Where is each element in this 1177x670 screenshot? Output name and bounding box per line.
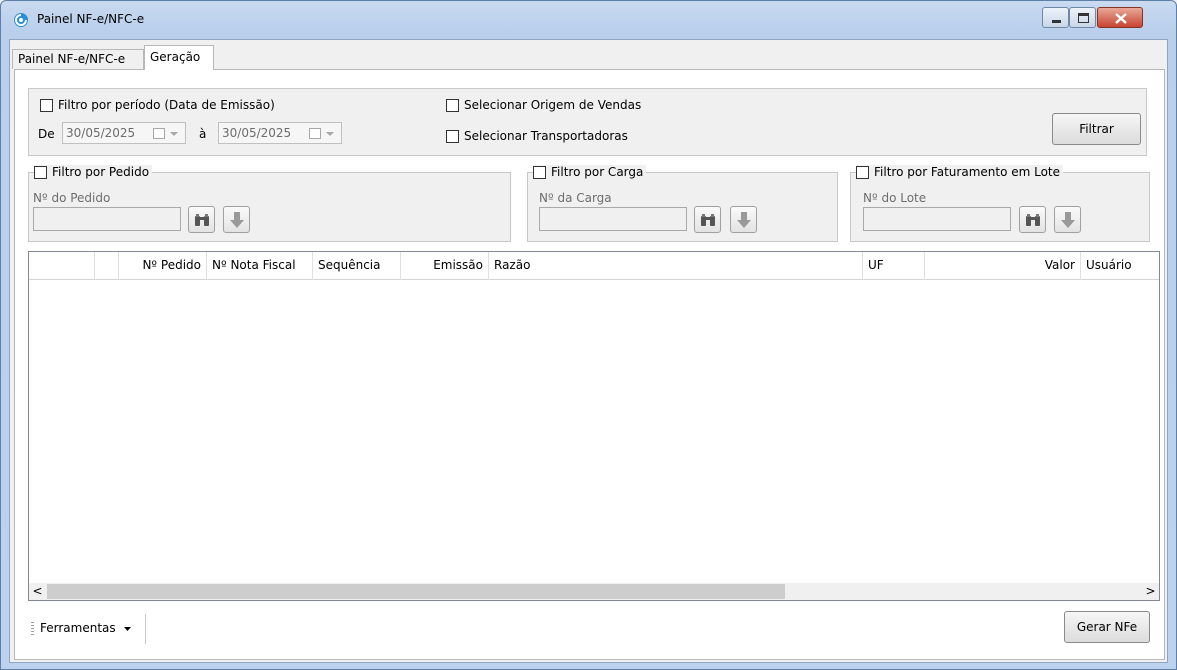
column-header-razao[interactable]: Razão	[489, 252, 863, 280]
caret-down-icon	[124, 627, 132, 631]
load-filter-checkbox[interactable]: Filtro por Carga	[533, 165, 647, 179]
a-label: à	[199, 127, 207, 141]
toolbar-grip[interactable]	[31, 622, 34, 636]
origin-label: Selecionar Origem de Vendas	[464, 98, 642, 112]
period-filter-panel: Filtro por período (Data de Emissão) De …	[28, 88, 1147, 156]
start-date-picker[interactable]: 30/05/2025	[62, 122, 186, 144]
checkbox-box[interactable]	[40, 98, 53, 112]
order-number-label: Nº do Pedido	[33, 191, 111, 205]
batch-number-input[interactable]	[863, 207, 1011, 231]
tab-painel[interactable]: Painel NF-e/NFC-e	[12, 49, 144, 69]
batch-number-label: Nº do Lote	[863, 191, 927, 205]
grid-header: Nº Pedido Nº Nota Fiscal Sequência Emiss…	[29, 252, 1159, 280]
minimize-button[interactable]	[1042, 7, 1069, 28]
scroll-left-button[interactable]: <	[29, 583, 46, 600]
load-load-button[interactable]	[730, 206, 757, 233]
end-date-value: 30/05/2025	[222, 126, 292, 140]
order-filter-group: Filtro por Pedido Nº do Pedido	[28, 165, 511, 242]
batch-filter-checkbox[interactable]: Filtro por Faturamento em Lote	[856, 165, 1064, 179]
close-button[interactable]	[1097, 7, 1143, 28]
load-number-label: Nº da Carga	[539, 191, 612, 205]
binoculars-icon	[195, 214, 209, 226]
tools-menu[interactable]: Ferramentas	[40, 621, 132, 635]
minimize-icon	[1052, 20, 1061, 23]
load-filter-group: Filtro por Carga Nº da Carga	[527, 165, 838, 242]
arrow-down-icon	[737, 212, 751, 228]
period-filter-label: Filtro por período (Data de Emissão)	[58, 98, 275, 112]
toolbar: Ferramentas	[28, 614, 146, 644]
horizontal-scrollbar[interactable]: < >	[29, 583, 1159, 600]
start-date-value: 30/05/2025	[66, 126, 136, 140]
application-window: Painel NF-e/NFC-e Painel NF-e/NFC-e Gera…	[0, 0, 1177, 670]
period-filter-checkbox[interactable]: Filtro por período (Data de Emissão)	[40, 98, 275, 112]
arrow-down-icon	[1061, 212, 1075, 228]
order-filter-checkbox[interactable]: Filtro por Pedido	[34, 165, 153, 179]
invoice-grid[interactable]: Nº Pedido Nº Nota Fiscal Sequência Emiss…	[28, 251, 1160, 601]
generate-nfe-button[interactable]: Gerar NFe	[1064, 611, 1150, 643]
end-date-picker[interactable]: 30/05/2025	[218, 122, 342, 144]
checkbox-box[interactable]	[856, 165, 869, 179]
de-label: De	[38, 127, 55, 141]
column-header-valor[interactable]: Valor	[925, 252, 1081, 280]
origin-checkbox[interactable]: Selecionar Origem de Vendas	[446, 98, 641, 112]
checkbox-box[interactable]	[34, 165, 47, 179]
window-title: Painel NF-e/NFC-e	[37, 12, 145, 26]
app-logo-icon	[13, 12, 29, 28]
tab-panel-geracao: Filtro por período (Data de Emissão) De …	[14, 69, 1165, 660]
search-batch-button[interactable]	[1019, 206, 1046, 233]
checkbox-box[interactable]	[446, 129, 459, 143]
maximize-icon	[1078, 13, 1089, 23]
search-load-button[interactable]	[694, 206, 721, 233]
column-header-usuario[interactable]: Usuário	[1081, 252, 1159, 280]
load-batch-button[interactable]	[1054, 206, 1081, 233]
load-order-button[interactable]	[223, 206, 250, 233]
column-header-pedido[interactable]: Nº Pedido	[119, 252, 207, 280]
column-header-uf[interactable]: UF	[863, 252, 925, 280]
order-number-input[interactable]	[33, 207, 181, 231]
column-header-nota-fiscal[interactable]: Nº Nota Fiscal	[207, 252, 313, 280]
carrier-checkbox[interactable]: Selecionar Transportadoras	[446, 129, 628, 143]
load-number-input[interactable]	[539, 207, 687, 231]
load-filter-label: Filtro por Carga	[551, 165, 644, 179]
client-area: Painel NF-e/NFC-e Geração Filtro por per…	[9, 39, 1168, 663]
column-header-select[interactable]	[29, 252, 95, 280]
binoculars-icon	[701, 214, 715, 226]
binoculars-icon	[1026, 214, 1040, 226]
checkbox-box[interactable]	[533, 165, 546, 179]
column-header-status[interactable]	[95, 252, 119, 280]
column-header-emissao[interactable]: Emissão	[401, 252, 489, 280]
column-header-sequencia[interactable]: Sequência	[313, 252, 401, 280]
checkbox-box[interactable]	[446, 98, 459, 112]
search-order-button[interactable]	[188, 206, 215, 233]
scroll-right-button[interactable]: >	[1142, 583, 1159, 600]
filter-button[interactable]: Filtrar	[1052, 113, 1141, 145]
arrow-down-icon	[230, 212, 244, 228]
calendar-dropdown-icon[interactable]	[309, 127, 337, 140]
close-icon	[1115, 13, 1127, 24]
batch-filter-label: Filtro por Faturamento em Lote	[874, 165, 1061, 179]
tools-menu-label: Ferramentas	[40, 621, 116, 635]
scroll-thumb[interactable]	[47, 584, 785, 599]
title-bar[interactable]: Painel NF-e/NFC-e	[1, 1, 1176, 39]
carrier-label: Selecionar Transportadoras	[464, 129, 628, 143]
order-filter-label: Filtro por Pedido	[52, 165, 150, 179]
tab-geracao[interactable]: Geração	[144, 45, 214, 70]
maximize-button[interactable]	[1069, 7, 1096, 28]
calendar-dropdown-icon[interactable]	[153, 127, 181, 140]
batch-filter-group: Filtro por Faturamento em Lote Nº do Lot…	[850, 165, 1150, 242]
